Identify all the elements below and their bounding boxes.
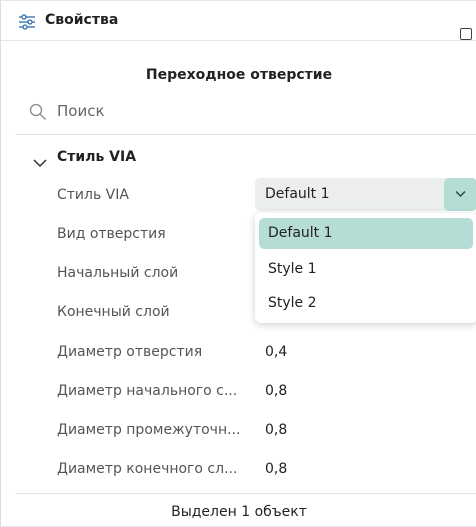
property-label: Начальный слой <box>57 265 179 281</box>
chevron-down-icon <box>455 190 466 198</box>
property-value[interactable]: 0,8 <box>265 422 287 438</box>
dropdown-option-style-2[interactable]: Style 2 <box>259 288 473 319</box>
panel-header: Свойства <box>1 1 476 41</box>
property-row: Диаметр промежуточн... 0,8 <box>1 415 476 445</box>
chevron-down-icon[interactable] <box>33 153 47 168</box>
property-label: Диаметр начального с... <box>57 383 238 399</box>
property-row: Диаметр отверстия 0,4 <box>1 337 476 367</box>
via-style-select[interactable]: Default 1 <box>255 178 476 211</box>
group-label: Стиль VIA <box>57 149 137 165</box>
property-label: Диаметр отверстия <box>57 344 203 360</box>
option-label: Default 1 <box>268 225 333 241</box>
option-label: Style 1 <box>268 261 317 277</box>
object-type-title: Переходное отверстие <box>145 67 333 83</box>
property-label: Вид отверстия <box>57 226 166 242</box>
dropdown-option-default-1[interactable]: Default 1 <box>259 218 473 249</box>
property-label: Диаметр конечного сл... <box>57 461 238 477</box>
dropdown-toggle-button[interactable] <box>444 178 476 211</box>
property-row: Диаметр начального с... 0,8 <box>1 376 476 406</box>
via-style-dropdown: Default 1 Style 1 Style 2 <box>255 213 476 323</box>
search-icon <box>29 103 47 121</box>
divider <box>15 134 476 135</box>
property-value[interactable]: 0,8 <box>265 383 287 399</box>
sliders-icon <box>18 13 36 31</box>
properties-panel: Свойства Переходное отверстие Поиск Стил… <box>0 0 476 527</box>
search-input[interactable]: Поиск <box>57 102 105 120</box>
property-row: Диаметр конечного сл... 0,8 <box>1 454 476 484</box>
maximize-icon[interactable] <box>460 28 472 40</box>
property-label: Диаметр промежуточн... <box>57 422 241 438</box>
dropdown-option-style-1[interactable]: Style 1 <box>259 254 473 285</box>
property-value[interactable]: 0,8 <box>265 461 287 477</box>
property-label: Стиль VIA <box>57 187 129 203</box>
search-field[interactable]: Поиск <box>29 102 469 124</box>
property-label: Конечный слой <box>57 304 170 320</box>
option-label: Style 2 <box>268 295 317 311</box>
footer-divider <box>15 493 476 494</box>
select-value: Default 1 <box>265 186 330 202</box>
selection-status: Выделен 1 объект <box>171 504 307 520</box>
property-value[interactable]: 0,4 <box>265 344 287 360</box>
panel-title: Свойства <box>45 12 119 28</box>
